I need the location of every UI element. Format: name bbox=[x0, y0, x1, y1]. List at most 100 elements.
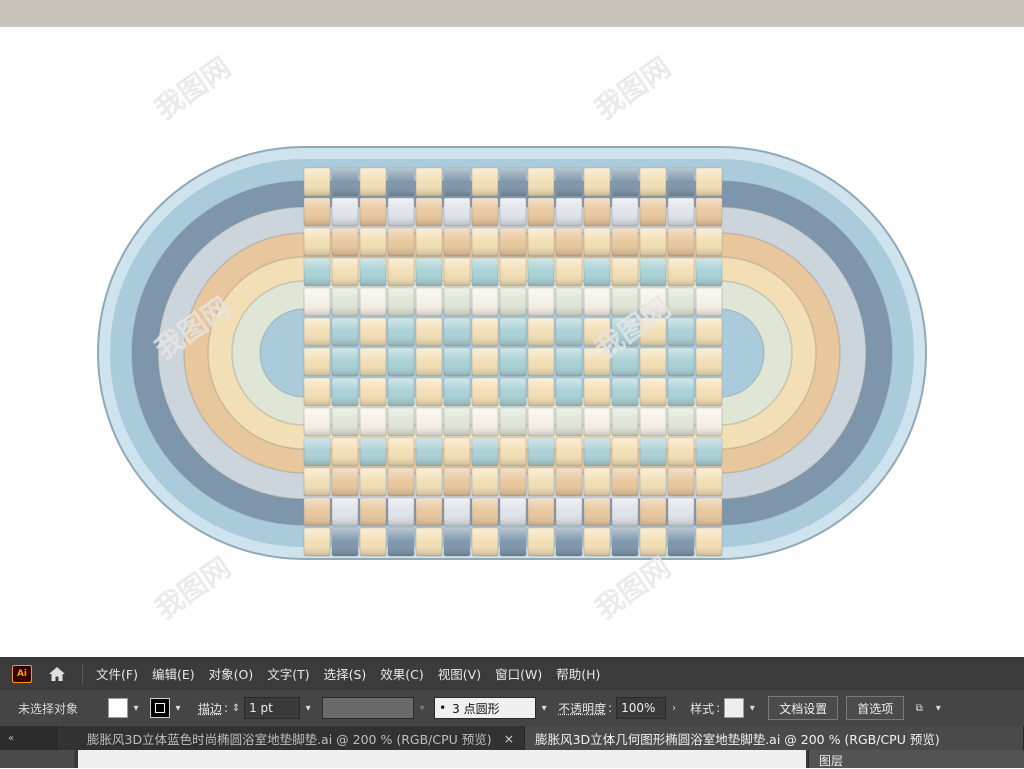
mat-tile-shade bbox=[556, 528, 582, 556]
mat-tile-shade bbox=[360, 498, 386, 526]
mat-tile-shade bbox=[528, 288, 554, 316]
mat-tile-shade bbox=[556, 348, 582, 376]
mat-tile-shade bbox=[696, 348, 722, 376]
mat-tile-shade bbox=[556, 258, 582, 286]
menu-object[interactable]: 对象(O) bbox=[202, 664, 261, 683]
mat-tile-shade bbox=[556, 198, 582, 226]
mat-tile-shade bbox=[444, 528, 470, 556]
style-swatch[interactable] bbox=[724, 698, 745, 718]
mat-tile-shade bbox=[304, 258, 330, 286]
mat-tile-shade bbox=[472, 348, 498, 376]
mat-tile-shade bbox=[612, 378, 638, 406]
opacity-label[interactable]: 不透明度 bbox=[558, 700, 606, 717]
variable-width-profile[interactable] bbox=[322, 697, 415, 719]
mat-tile-shade bbox=[304, 348, 330, 376]
preferences-button[interactable]: 首选项 bbox=[846, 696, 905, 720]
mat-tile-shade bbox=[500, 378, 526, 406]
fill-swatch[interactable] bbox=[108, 698, 129, 718]
chevron-down-icon[interactable]: ▾ bbox=[414, 698, 430, 718]
mat-tile-shade bbox=[388, 318, 414, 346]
chevron-down-icon[interactable]: ▾ bbox=[536, 698, 552, 718]
chevron-down-icon[interactable]: ▾ bbox=[170, 698, 186, 718]
menu-type[interactable]: 文字(T) bbox=[260, 664, 316, 683]
mat-tile-shade bbox=[500, 528, 526, 556]
mat-tile-shade bbox=[528, 258, 554, 286]
mat-tile-shade bbox=[472, 258, 498, 286]
chevron-down-icon[interactable]: ▾ bbox=[744, 698, 760, 718]
mat-tile-shade bbox=[444, 288, 470, 316]
menu-help[interactable]: 帮助(H) bbox=[549, 664, 607, 683]
mat-tile-shade bbox=[360, 258, 386, 286]
mat-tile-shade bbox=[640, 438, 666, 466]
menu-edit[interactable]: 编辑(E) bbox=[145, 664, 202, 683]
mat-tile-shade bbox=[696, 438, 722, 466]
collapse-panel-icon[interactable]: « bbox=[0, 726, 57, 750]
mat-tile-shade bbox=[332, 498, 358, 526]
menu-window[interactable]: 窗口(W) bbox=[488, 664, 549, 683]
chevron-right-icon[interactable]: › bbox=[666, 698, 682, 718]
mat-tile-shade bbox=[640, 498, 666, 526]
mat-tile-shade bbox=[500, 228, 526, 256]
mat-tile-shade bbox=[304, 228, 330, 256]
mat-tile-shade bbox=[528, 498, 554, 526]
mat-tile-shade bbox=[332, 528, 358, 556]
mat-tile-shade bbox=[388, 408, 414, 436]
mat-tile-shade bbox=[696, 258, 722, 286]
stroke-swatch[interactable] bbox=[150, 698, 171, 718]
artboard[interactable]: 我图网 我图网 我图网 我图网 我图网 我图网 bbox=[0, 27, 1024, 657]
arrange-icon[interactable]: ⧉ bbox=[908, 698, 930, 718]
mat-tile-shade bbox=[304, 378, 330, 406]
mat-tile-shade bbox=[416, 468, 442, 496]
document-setup-button[interactable]: 文档设置 bbox=[768, 696, 839, 720]
mat-tile-shade bbox=[388, 378, 414, 406]
menu-effect[interactable]: 效果(C) bbox=[373, 664, 430, 683]
mat-tile-shade bbox=[416, 408, 442, 436]
menu-select[interactable]: 选择(S) bbox=[317, 664, 374, 683]
stroke-label[interactable]: 描边 bbox=[198, 700, 222, 717]
mat-tile-shade bbox=[584, 408, 610, 436]
menu-file[interactable]: 文件(F) bbox=[89, 664, 145, 683]
mat-tile-shade bbox=[528, 228, 554, 256]
tab-doc-1[interactable]: 膨胀风3D立体蓝色时尚椭圆浴室地垫脚垫.ai @ 200 % (RGB/CPU … bbox=[57, 726, 526, 750]
mat-tile-shade bbox=[388, 498, 414, 526]
mat-tile-shade bbox=[360, 468, 386, 496]
mat-tile-shade bbox=[528, 198, 554, 226]
mat-tile-shade bbox=[388, 348, 414, 376]
mat-tile-shade bbox=[444, 438, 470, 466]
mat-tile-shade bbox=[472, 408, 498, 436]
stepper-icon[interactable]: ⇕ bbox=[228, 698, 244, 718]
mat-tile-shade bbox=[416, 228, 442, 256]
chevron-down-icon[interactable]: ▾ bbox=[930, 698, 946, 718]
mat-tile-shade bbox=[332, 468, 358, 496]
mat-tile-shade bbox=[444, 498, 470, 526]
mat-tile-shade bbox=[668, 468, 694, 496]
divider bbox=[82, 663, 83, 684]
mat-tile-shade bbox=[528, 318, 554, 346]
mat-tile-shade bbox=[556, 228, 582, 256]
opacity-input[interactable]: 100% bbox=[616, 697, 667, 719]
mat-tile-shade bbox=[444, 318, 470, 346]
tab-doc-2[interactable]: 膨胀风3D立体几何图形椭圆浴室地垫脚垫.ai @ 200 % (RGB/CPU … bbox=[525, 726, 1024, 750]
menu-bar: Ai 文件(F) 编辑(E) 对象(O) 文字(T) 选择(S) 效果(C) 视… bbox=[0, 657, 1024, 690]
canvas-area[interactable] bbox=[78, 750, 806, 768]
home-icon[interactable] bbox=[46, 664, 68, 684]
mat-tile-shade bbox=[360, 288, 386, 316]
menu-view[interactable]: 视图(V) bbox=[431, 664, 488, 683]
mat-tile-shade bbox=[640, 258, 666, 286]
mat-tile-shade bbox=[584, 258, 610, 286]
mat-tile-shade bbox=[556, 168, 582, 196]
mat-tile-shade bbox=[360, 168, 386, 196]
mat-tile-shade bbox=[612, 468, 638, 496]
mat-tile-shade bbox=[556, 378, 582, 406]
chevron-down-icon[interactable]: ▾ bbox=[300, 698, 316, 718]
brush-definition[interactable]: • 3 点圆形 bbox=[434, 697, 537, 719]
mat-tile-shade bbox=[668, 348, 694, 376]
tools-panel[interactable] bbox=[0, 750, 74, 768]
stroke-weight-input[interactable]: 1 pt bbox=[244, 697, 301, 719]
mat-tile-shade bbox=[668, 498, 694, 526]
chevron-down-icon[interactable]: ▾ bbox=[128, 698, 144, 718]
mat-tile-shade bbox=[696, 168, 722, 196]
close-icon[interactable]: × bbox=[504, 731, 514, 746]
mat-tile-shade bbox=[668, 168, 694, 196]
mat-tile-shade bbox=[668, 198, 694, 226]
